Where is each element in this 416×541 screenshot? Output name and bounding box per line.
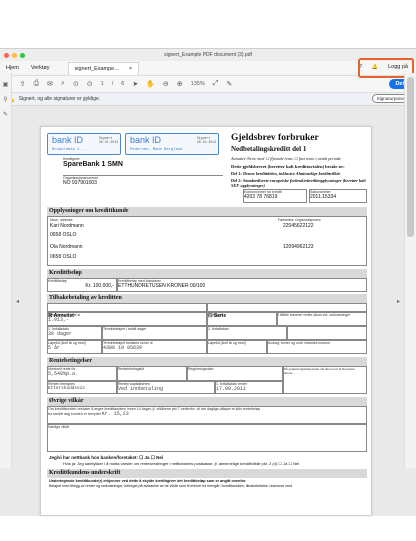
customer-1-name: Kari Nordmann [50,223,84,229]
section-repayment: Tilbakebetaling av kreditten [47,294,367,303]
case-number-field: Saksnummer 2011.15334 [309,189,367,203]
page-up-icon[interactable]: ⊙ [73,80,79,88]
bankid-logo: bank ID [52,135,84,145]
fit-icon[interactable]: ⤢ [213,80,219,88]
term-field: Løpetid (Antl år og mnd) 5 år [47,340,102,354]
regulation-date-field: Reguleringsdato [187,366,283,381]
mail-icon[interactable]: ✉ [47,80,53,88]
print-icon[interactable]: ⎙ [34,80,40,88]
effective-note: På oppløsningstidspunktet når lånet som … [283,366,367,394]
page-separator: / [111,81,114,87]
special-terms-box: Særlige vilkår [47,424,367,452]
rate-binding-field: Rentebindingstid [117,366,187,381]
document-tab[interactable]: signert_Exampe... × [67,61,140,75]
tab-label: signert_Exampe... [74,65,119,72]
section-amount: Kredittbeløp [47,269,367,278]
customer-2-name: Ola Nordmann [50,244,83,250]
window-title: signert_Example PDF document (3).pdf [164,52,252,58]
serie-term-field: Løpetid (Antl år og mnd) [207,340,267,354]
signature-status-text: Signert, og alle signaturer er gyldige. [18,96,101,102]
stamp-name: Brukerdata 1 .... [52,148,91,152]
collapse-left-icon[interactable]: ◂ [16,298,19,305]
other-terms-box: Om kredittkunden unnlater å angre kredit… [47,406,367,424]
page-total: 6 [121,81,125,87]
capitalization-field: Renten kapitaliseres Ved innbetaling [117,381,215,394]
first-due-field: 1. forfallsdato 30 dager [47,326,102,340]
hand-icon[interactable]: ✋ [146,80,155,88]
account-number-field: Kontonummer for kreditt 4202 78 76819 [243,189,307,203]
serie-option[interactable]: ☐ Serie [207,303,367,319]
customer-box: Navn, adresse Fødselsnr. Organisasjonsnr… [47,216,367,266]
vertical-scrollbar[interactable] [404,73,416,468]
scrollbar-thumb[interactable] [407,77,414,237]
rate-field: Nominell rente f/s 5,540%p.a. [47,366,117,381]
avdrag-field: Avdrag kr [207,312,277,326]
amount-field: Kredittbeløp Kr. 100.000,- [47,278,117,292]
interest-basis-field: Renten beregnes Etterskuddsvis [47,381,117,394]
annuity-line: Annuitet-/Serie med ☐ flytende rente ☐ f… [231,156,341,161]
title-bar: signert_Example PDF document (3).pdf [0,49,416,61]
org-number-field: Organisasjonsnummer NO 937901003 [63,175,223,189]
section-interest: Rentebetingelser [47,357,367,366]
bankid-stamp-2: bank ID Signert 28.10.2013 Pedersen, Mads… [125,133,219,155]
customer-1-city: 0658 OSLO [50,232,77,238]
menu-home[interactable]: Hjem [6,65,19,71]
collapse-right-icon[interactable]: ▸ [397,298,400,305]
part-2: Del 2: Standardiserte europeiske forbruk… [231,178,366,188]
part-1: Del 1: Denne kredittdelen, inklusive Alm… [231,171,341,176]
first-interest-field: 1. forfallsdato renter 17.09.2011 [215,381,283,394]
section-other-terms: Øvrige vilkår [47,397,367,406]
in-case-field: I tilfelle kommer renter pluss evt. omko… [277,312,367,326]
annuity-option[interactable]: ☒ Annuitet [47,303,207,319]
customer-2-city: 0658 OSLO [50,254,77,260]
notice-consent[interactable]: Hvis ja: Jeg samtykker i å motta varsler… [63,461,299,466]
zoom-out-icon[interactable]: ⊖ [163,80,169,88]
page-down-icon[interactable]: ⊙ [87,80,93,88]
upload-icon[interactable]: ⇪ [20,80,26,88]
bankid-stamp-1: bank ID Signert 28.10.2013 Brukerdata 1 .… [47,133,121,155]
section-signature: Kredittkundens underskrift [47,469,367,478]
customer-1-id: 22045622122 [283,223,314,229]
installment-field: Terminbeløp i hele kr 1.913,- [47,312,207,326]
stamp-name: Pedersen, Mads Bergland [130,148,183,152]
signature-bar: ✍ Signert, og alle signaturer er gyldige… [0,93,416,106]
debit-account-field: Terminbeløpet belastes konto nr 4300 10 … [102,340,207,354]
serie-days-field [287,326,367,340]
search-icon[interactable]: ⌕ [61,80,65,88]
left-nav-rail: ▣ ⚲ ✎ [0,73,12,468]
zoom-level[interactable]: 135% [191,81,205,87]
tab-close-icon[interactable]: × [129,66,132,72]
document-subtitle: Nedbetalingskreditt del 1 [231,145,307,153]
cursor-icon[interactable]: ➤ [132,80,138,88]
page-current[interactable]: 1 [101,81,104,87]
pages-icon[interactable]: ▣ [3,81,9,88]
comment-icon[interactable]: ✎ [226,80,232,88]
attachment-icon[interactable]: ⚲ [3,96,7,103]
menu-tools[interactable]: Verktøy [31,65,50,71]
serie-debit-field: Avdrag, renter og omk. belastes kontonr [267,340,367,354]
lender-name: SpareBank 1 SMN [63,161,123,168]
signature-panel-icon[interactable]: ✎ [3,111,8,118]
stamp-meta: Signert 28.10.2013 [98,136,118,144]
stamp-meta: Signert 28.10.2013 [196,136,216,144]
serie-first-due-field: 1. forfallsdato [207,326,287,340]
consist-line: Dette gjeldsbrevet (heretter kalt kredit… [231,164,345,169]
installment-days-field: Terminbeløpet i antall dager [102,326,207,340]
zoom-in-icon[interactable]: ⊕ [177,80,183,88]
bankid-logo: bank ID [130,135,162,145]
menu-bar: Hjem Verktøy signert_Exampe... × ? 🔔 Log… [0,61,416,76]
section-customer: Opplysninger om kredittkunde [47,207,367,216]
toolbar: 🗎 ⇪ ⎙ ✉ ⌕ ⊙ ⊙ 1 / 6 ➤ ✋ ⊖ ⊕ 135% ⤢ ✎ Del [0,76,416,93]
signature-text-1: Undertegnede kredittkunde(r) erkjenner v… [49,479,247,483]
amount-words-field: Kredittbeløp med bokstaver ETTHUNDRETUSE… [117,278,367,292]
document-title: Gjeldsbrev forbruker [231,133,319,143]
pdf-page: bank ID Signert 28.10.2013 Brukerdata 1 .… [40,126,372,516]
signature-text-2: Beløpet med tillegg av renter og omkostn… [49,484,293,488]
customer-2-id: 12094962123 [283,244,314,250]
